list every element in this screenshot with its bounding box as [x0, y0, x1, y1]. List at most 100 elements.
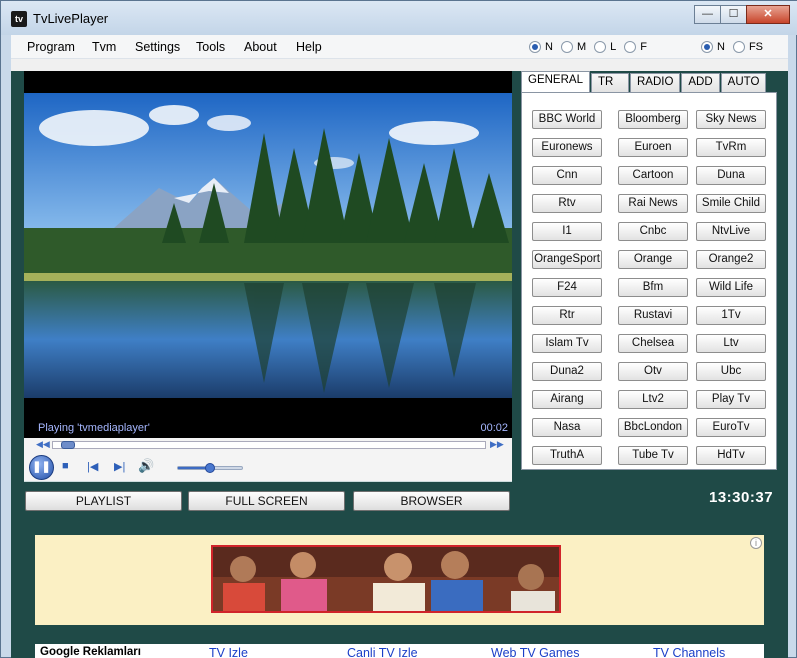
menu-bar: Program Tvm Settings Tools About Help N … [11, 35, 788, 59]
size-radio-l-label: L [610, 41, 617, 53]
ad-banner[interactable]: i [35, 535, 764, 625]
channel-button[interactable]: TruthA [532, 446, 602, 465]
channel-button[interactable]: Bfm [618, 278, 688, 297]
channel-button[interactable]: HdTv [696, 446, 766, 465]
maximize-button[interactable]: ☐ [720, 5, 747, 24]
client-area: Playing 'tvmediaplayer' 00:02 ◀◀ ▶▶ ❚❚ ■… [11, 59, 788, 658]
player-controls: ❚❚ ■ |◀ ▶| 🔊 [24, 452, 512, 482]
header-strip [11, 59, 788, 71]
tab-add[interactable]: ADD [681, 73, 720, 92]
seek-row: ◀◀ ▶▶ [24, 438, 512, 452]
channel-button[interactable]: F24 [532, 278, 602, 297]
channel-button[interactable]: Duna [696, 166, 766, 185]
video-player[interactable]: Playing 'tvmediaplayer' 00:02 [24, 71, 512, 456]
channel-button[interactable]: Duna2 [532, 362, 602, 381]
size-radio-n[interactable] [529, 41, 541, 53]
ad-link-tv-channels[interactable]: TV Channels [653, 646, 725, 658]
tv-app-icon: tv [11, 11, 27, 27]
window-title: TvLivePlayer [33, 11, 109, 26]
channel-button[interactable]: Euroen [618, 138, 688, 157]
channel-button[interactable]: Airang [532, 390, 602, 409]
channel-button[interactable]: Rtv [532, 194, 602, 213]
channel-button[interactable]: 1Tv [696, 306, 766, 325]
channel-button[interactable]: Rustavi [618, 306, 688, 325]
ad-link-web-tv-games[interactable]: Web TV Games [491, 646, 579, 658]
channel-button[interactable]: Smile Child [696, 194, 766, 213]
channel-button[interactable]: EuroTv [696, 418, 766, 437]
channel-button[interactable]: BBC World [532, 110, 602, 129]
channel-button[interactable]: I1 [532, 222, 602, 241]
channel-panel: BBC World Bloomberg Sky News Euronews Euroen… [521, 92, 777, 470]
channel-tabs: GENERAL TR RADIO ADD AUTO [521, 71, 767, 93]
minimize-button[interactable]: — [694, 5, 721, 24]
screen-radio-n[interactable] [701, 41, 713, 53]
ad-link-canli-tv-izle[interactable]: Canli TV Izle [347, 646, 418, 658]
channel-button[interactable]: Bloomberg [618, 110, 688, 129]
channel-button[interactable]: Cnn [532, 166, 602, 185]
seek-forward-icon[interactable]: ▶▶ [490, 439, 504, 450]
channel-button[interactable]: Otv [618, 362, 688, 381]
previous-icon[interactable]: |◀ [87, 460, 98, 473]
size-radio-f[interactable] [624, 41, 637, 53]
stop-icon[interactable]: ■ [62, 460, 69, 472]
size-radio-n-label: N [545, 41, 553, 53]
channel-button[interactable]: OrangeSport [532, 250, 602, 269]
ad-link-tv-izle[interactable]: TV Izle [209, 646, 248, 658]
channel-button[interactable]: Sky News [696, 110, 766, 129]
seek-thumb[interactable] [61, 441, 75, 449]
size-radio-m[interactable] [560, 41, 573, 53]
channel-button[interactable]: Orange [618, 250, 688, 269]
playlist-button[interactable]: PLAYLIST [25, 491, 182, 511]
size-radio-l[interactable] [594, 41, 607, 53]
channel-button[interactable]: Rtr [532, 306, 602, 325]
channel-button[interactable]: TvRm [696, 138, 766, 157]
channel-button[interactable]: Euronews [532, 138, 602, 157]
tab-tr[interactable]: TR [590, 73, 629, 92]
tab-radio[interactable]: RADIO [629, 73, 681, 92]
volume-icon[interactable]: 🔊 [138, 458, 154, 474]
volume-thumb[interactable] [205, 463, 215, 473]
seek-back-icon[interactable]: ◀◀ [36, 439, 50, 450]
menu-program[interactable]: Program [27, 40, 75, 54]
channel-button[interactable]: Chelsea [618, 334, 688, 353]
ad-links-title: Google Reklamları [40, 646, 141, 658]
channel-button[interactable]: Wild Life [696, 278, 766, 297]
volume-slider[interactable] [177, 463, 243, 473]
menu-tvm[interactable]: Tvm [92, 40, 116, 54]
window-controls: — ☐ ✕ [694, 5, 790, 24]
full-screen-button[interactable]: FULL SCREEN [188, 491, 345, 511]
channel-button[interactable]: Cnbc [618, 222, 688, 241]
menu-tools[interactable]: Tools [196, 40, 225, 54]
channel-button[interactable]: Play Tv [696, 390, 766, 409]
channel-button[interactable]: Islam Tv [532, 334, 602, 353]
channel-button[interactable]: Rai News [618, 194, 688, 213]
seek-slider[interactable] [52, 441, 486, 449]
ad-info-icon[interactable]: i [750, 537, 762, 549]
channel-button[interactable]: Cartoon [618, 166, 688, 185]
title-bar[interactable]: tv TvLivePlayer — ☐ ✕ [1, 1, 797, 35]
channel-button[interactable]: Tube Tv [618, 446, 688, 465]
close-button[interactable]: ✕ [746, 5, 790, 24]
clock: 13:30:37 [709, 489, 774, 506]
tab-auto[interactable]: AUTO [720, 73, 767, 92]
channel-button[interactable]: Ubc [696, 362, 766, 381]
channel-button[interactable]: Orange2 [696, 250, 766, 269]
tab-general[interactable]: GENERAL [521, 71, 590, 92]
menu-about[interactable]: About [244, 40, 277, 54]
playing-status-text: Playing 'tvmediaplayer' [38, 422, 150, 434]
ad-photo[interactable] [211, 545, 561, 613]
menu-settings[interactable]: Settings [135, 40, 180, 54]
channel-button[interactable]: Ltv2 [618, 390, 688, 409]
channel-button[interactable]: NtvLive [696, 222, 766, 241]
menu-help[interactable]: Help [296, 40, 322, 54]
next-icon[interactable]: ▶| [114, 460, 125, 473]
browser-button[interactable]: BROWSER [353, 491, 510, 511]
pause-button[interactable]: ❚❚ [29, 455, 54, 480]
channel-button[interactable]: Ltv [696, 334, 766, 353]
channel-button[interactable]: Nasa [532, 418, 602, 437]
screen-radio-fs[interactable] [732, 41, 745, 53]
channel-button[interactable]: BbcLondon [618, 418, 688, 437]
screen-radio-n-label: N [717, 41, 725, 53]
screen-radio-group: N FS [701, 41, 771, 53]
ad-links-bar: Google Reklamları TV Izle Canli TV Izle … [35, 644, 764, 658]
